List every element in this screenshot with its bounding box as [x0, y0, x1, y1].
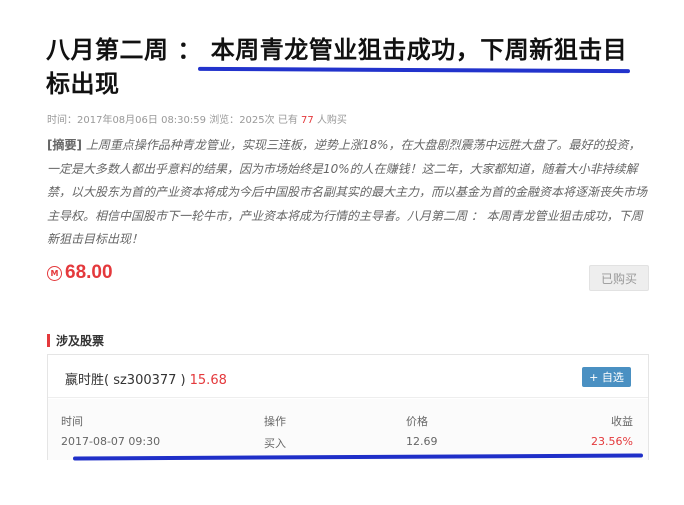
- stock-card-header: 嬴时胜( sz300377 ) 15.68 + 自选: [48, 355, 648, 398]
- section-marker: [47, 334, 50, 347]
- cell-gain: 23.56%: [591, 435, 633, 448]
- bought-count: 77: [301, 115, 314, 126]
- time-label: 时间：: [47, 115, 77, 126]
- views-label: 浏览：: [209, 115, 240, 126]
- stock-price: 15.68: [189, 373, 227, 388]
- price-row: M 68.00: [47, 262, 113, 284]
- section-title-text: 涉及股票: [56, 334, 105, 348]
- article-meta: 时间：2017年08月06日 08:30:59 浏览：2025次 已有 77 人…: [47, 111, 347, 126]
- views-value: 2025次: [239, 115, 275, 126]
- stock-card: 嬴时胜( sz300377 ) 15.68 + 自选 时间 操作 价格 收益 20…: [47, 354, 649, 460]
- article-summary: [摘要] 上周重点操作品种青龙管业，实现三连板，逆势上涨18%，在大盘剧烈震荡中…: [47, 134, 652, 252]
- price-value: 68.00: [65, 262, 113, 283]
- summary-tag: [摘要]: [47, 138, 82, 152]
- cell-price: 12.69: [406, 435, 438, 448]
- header-gain: 收益: [611, 415, 633, 428]
- bought-suffix: 人购买: [316, 115, 347, 126]
- article-page: 八月第二周 ： 本周青龙管业狙击成功，下周新狙击目标出现 时间：2017年08月…: [0, 0, 684, 505]
- stock-name-text: 嬴时胜( sz300377 ): [65, 373, 186, 388]
- trade-table: 时间 操作 价格 收益 2017-08-07 09:30 买入 12.69 23…: [48, 399, 648, 460]
- cell-operation: 买入: [264, 437, 286, 450]
- bought-button[interactable]: 已购买: [589, 265, 649, 291]
- coin-icon: M: [47, 265, 62, 281]
- header-time: 时间: [61, 415, 83, 428]
- summary-text: 上周重点操作品种青龙管业，实现三连板，逆势上涨18%，在大盘剧烈震荡中远胜大盘了…: [47, 138, 648, 246]
- bought-prefix: 已有: [277, 115, 298, 126]
- header-operation: 操作: [264, 415, 286, 428]
- section-title-stocks: 涉及股票: [47, 332, 104, 349]
- stock-name[interactable]: 嬴时胜( sz300377 ) 15.68: [65, 369, 227, 388]
- header-price: 价格: [406, 415, 428, 428]
- cell-time: 2017-08-07 09:30: [61, 435, 161, 448]
- time-value: 2017年08月06日 08:30:59: [77, 115, 206, 126]
- add-watchlist-button[interactable]: + 自选: [582, 367, 631, 387]
